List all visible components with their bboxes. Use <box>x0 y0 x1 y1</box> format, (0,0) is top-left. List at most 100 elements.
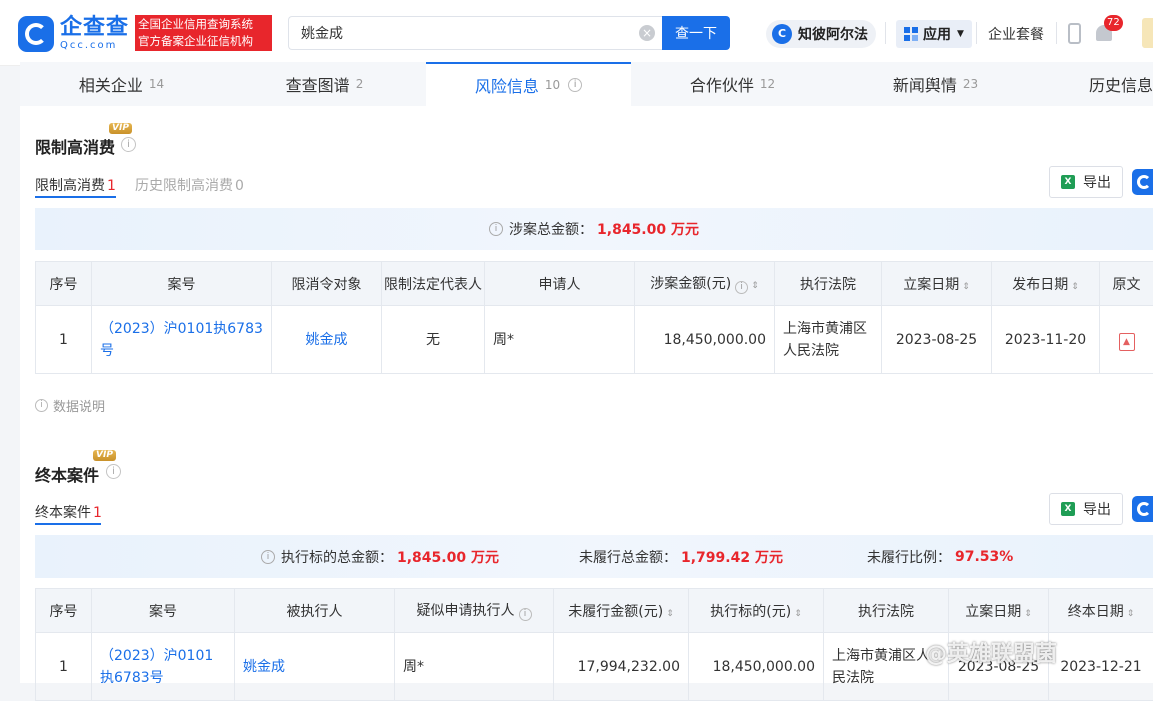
tab-related-companies[interactable]: 相关企业14 <box>20 62 223 106</box>
summary-label: 执行标的总金额： <box>281 547 393 567</box>
credit-system-banner: 全国企业信用查询系统 官方备案企业征信机构 <box>135 15 272 51</box>
help-icon[interactable]: i <box>121 137 136 152</box>
export-button[interactable]: X 导出 <box>1049 166 1123 198</box>
summary-total: i 执行标的总金额： 1,845.00 万元 <box>261 535 499 578</box>
sort-icon[interactable]: ⇕ <box>1127 609 1135 619</box>
info-icon[interactable]: i <box>568 78 582 92</box>
col-label: 疑似申请执行人 <box>417 603 515 619</box>
col-index: 序号 <box>36 589 92 633</box>
top-header: 企查查 Qcc.com 全国企业信用查询系统 官方备案企业征信机构 姚金成 × … <box>0 0 1153 66</box>
col-label: 未履行金额(元) <box>568 604 663 620</box>
search-input[interactable]: 姚金成 × <box>288 16 663 50</box>
col-target-amount[interactable]: 执行标的(元)⇕ <box>689 589 824 633</box>
zhibi-icon: C <box>772 24 792 44</box>
section-title-restriction: 限制高消费 <box>35 134 115 158</box>
subtab-terminated[interactable]: 终本案件1 <box>35 502 102 522</box>
subtab-count: 1 <box>107 178 116 194</box>
col-legal-rep: 限制法定代表人 <box>382 262 485 306</box>
tab-graph[interactable]: 查查图谱2 <box>223 62 426 106</box>
summary-bar: i 涉案总金额： 1,845.00 万元 <box>35 208 1153 250</box>
executee-link[interactable]: 姚金成 <box>235 633 395 701</box>
col-court: 执行法院 <box>824 589 949 633</box>
summary-unpaid: 未履行总金额： 1,799.42 万元 <box>579 535 783 578</box>
app-grid-icon <box>904 27 918 41</box>
enterprise-package-link[interactable]: 企业套餐 <box>988 24 1044 44</box>
case-number-link[interactable]: （2023）沪0101执6783号 <box>92 633 235 701</box>
excel-icon: X <box>1061 502 1075 516</box>
summary-bar: i 执行标的总金额： 1,845.00 万元 未履行总金额： 1,799.42 … <box>35 535 1153 578</box>
sort-icon[interactable]: ⇕ <box>962 282 970 292</box>
qcc-share-icon[interactable] <box>1132 169 1153 195</box>
col-label: 发布日期 <box>1012 277 1068 293</box>
tab-count: 23 <box>963 77 978 91</box>
col-applicant: 申请人 <box>485 262 635 306</box>
col-ended-date[interactable]: 终本日期⇕ <box>1049 589 1153 633</box>
cell-filed-date: 2023-08-25 <box>882 306 992 374</box>
sort-icon[interactable]: ⇕ <box>794 609 802 619</box>
col-amount[interactable]: 涉案金额(元)i⇕ <box>635 262 775 306</box>
divider <box>976 22 977 44</box>
tab-partners[interactable]: 合作伙伴12 <box>631 62 834 106</box>
pdf-icon[interactable]: ▲ <box>1119 333 1135 351</box>
sort-icon[interactable]: ⇕ <box>751 281 759 291</box>
risk-panel: 限制高消费 VIP i 限制高消费1 历史限制高消费0 X 导出 i 涉案总金额… <box>20 106 1153 683</box>
subtab-count: 1 <box>93 505 102 521</box>
target-person-link[interactable]: 姚金成 <box>272 306 382 374</box>
col-index: 序号 <box>36 262 92 306</box>
phone-icon[interactable] <box>1068 23 1081 44</box>
restriction-table: 序号 案号 限消令对象 限制法定代表人 申请人 涉案金额(元)i⇕ 执行法院 立… <box>35 261 1153 374</box>
clear-icon[interactable]: × <box>639 25 655 41</box>
col-filed-date[interactable]: 立案日期⇕ <box>882 262 992 306</box>
col-filed-date[interactable]: 立案日期⇕ <box>949 589 1049 633</box>
col-label: 执行标的(元) <box>710 604 791 620</box>
watermark: @英雄联盟菌 <box>925 636 1057 668</box>
col-executee: 被执行人 <box>235 589 395 633</box>
divider <box>885 22 886 44</box>
active-underline <box>35 523 101 525</box>
qcc-logo[interactable]: 企查查 Qcc.com <box>18 14 133 54</box>
tab-risk-info[interactable]: 风险信息10 i <box>426 62 631 106</box>
col-unpaid[interactable]: 未履行金额(元)⇕ <box>554 589 689 633</box>
col-case-no: 案号 <box>92 262 272 306</box>
cell-court: 上海市黄浦区人民法院 <box>775 306 882 374</box>
zhibi-alpha-button[interactable]: C 知彼阿尔法 <box>766 20 876 48</box>
cell-target-amount: 18,450,000.00 <box>689 633 824 701</box>
subtab-history-restriction[interactable]: 历史限制高消费0 <box>135 175 244 195</box>
table-header: 序号 案号 被执行人 疑似申请执行人i 未履行金额(元)⇕ 执行标的(元)⇕ 执… <box>36 589 1153 633</box>
vip-entry-icon[interactable] <box>1142 18 1153 48</box>
summary-value: 1,845.00 万元 <box>597 219 699 239</box>
sort-icon[interactable]: ⇕ <box>1024 609 1032 619</box>
notification-badge: 72 <box>1104 15 1123 31</box>
subtab-restriction[interactable]: 限制高消费1 <box>35 175 116 195</box>
cell-index: 1 <box>36 633 92 701</box>
col-published-date[interactable]: 发布日期⇕ <box>992 262 1100 306</box>
search-button[interactable]: 查一下 <box>662 16 730 50</box>
vip-badge: VIP <box>93 450 116 461</box>
case-number-link[interactable]: （2023）沪0101执6783号 <box>92 306 272 374</box>
cell-applicant: 周* <box>485 306 635 374</box>
cell-ended-date: 2023-12-21 <box>1049 633 1153 701</box>
sort-icon[interactable]: ⇕ <box>666 609 674 619</box>
qcc-share-icon[interactable] <box>1132 496 1153 522</box>
sort-icon[interactable]: ⇕ <box>1071 282 1079 292</box>
col-original: 原文 <box>1100 262 1153 306</box>
data-note[interactable]: i 数据说明 <box>35 396 105 415</box>
app-menu-button[interactable]: 应用 ▼ <box>896 20 972 48</box>
info-icon[interactable]: i <box>735 281 748 294</box>
summary-ratio: 未履行比例： 97.53% <box>867 535 1013 578</box>
app-label: 应用 <box>923 24 951 44</box>
tab-label: 相关企业 <box>79 72 143 96</box>
search-value: 姚金成 <box>301 23 343 43</box>
col-label: 立案日期 <box>965 604 1021 620</box>
tab-news[interactable]: 新闻舆情23 <box>834 62 1037 106</box>
cell-unpaid: 17,994,232.00 <box>554 633 689 701</box>
tab-history[interactable]: 历史信息 <box>1037 62 1153 106</box>
col-label: 立案日期 <box>903 277 959 293</box>
subtab-count: 0 <box>235 178 244 194</box>
info-icon[interactable]: i <box>519 608 532 621</box>
col-applicant: 疑似申请执行人 i <box>395 589 554 633</box>
col-label: 终本日期 <box>1068 604 1124 620</box>
export-button[interactable]: X 导出 <box>1049 493 1123 525</box>
cell-original: ▲ <box>1100 306 1153 374</box>
help-icon[interactable]: i <box>106 464 121 479</box>
